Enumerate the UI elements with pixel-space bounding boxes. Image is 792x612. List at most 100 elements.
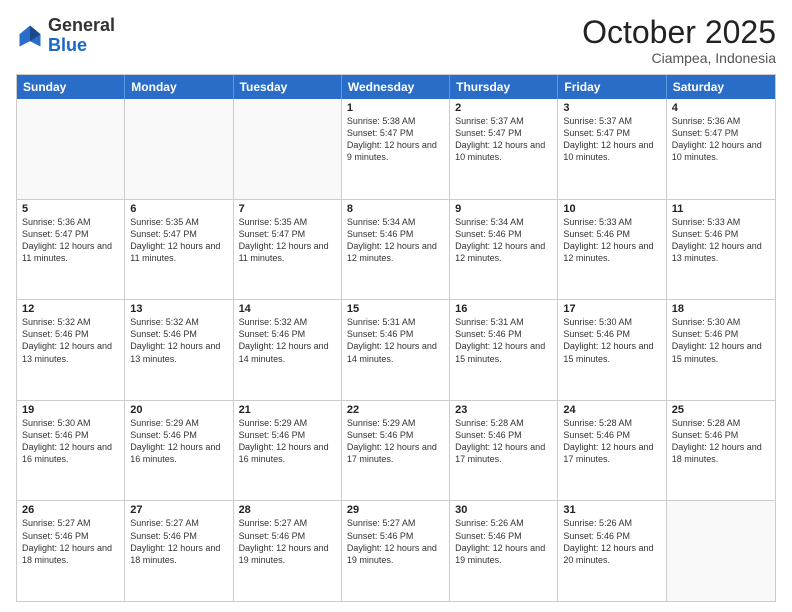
- location: Ciampea, Indonesia: [582, 50, 776, 66]
- calendar-cell: 15Sunrise: 5:31 AM Sunset: 5:46 PM Dayli…: [342, 300, 450, 400]
- calendar: SundayMondayTuesdayWednesdayThursdayFrid…: [16, 74, 776, 602]
- calendar-cell: [17, 99, 125, 199]
- day-number: 5: [22, 203, 119, 215]
- weekday-header: Monday: [125, 75, 233, 99]
- calendar-row: 5Sunrise: 5:36 AM Sunset: 5:47 PM Daylig…: [17, 199, 775, 300]
- calendar-cell: 9Sunrise: 5:34 AM Sunset: 5:46 PM Daylig…: [450, 200, 558, 300]
- calendar-cell: 6Sunrise: 5:35 AM Sunset: 5:47 PM Daylig…: [125, 200, 233, 300]
- logo-blue: Blue: [48, 35, 87, 55]
- cell-info: Sunrise: 5:30 AM Sunset: 5:46 PM Dayligh…: [672, 316, 770, 365]
- weekday-header: Friday: [558, 75, 666, 99]
- day-number: 4: [672, 102, 770, 114]
- calendar-cell: 7Sunrise: 5:35 AM Sunset: 5:47 PM Daylig…: [234, 200, 342, 300]
- calendar-cell: 23Sunrise: 5:28 AM Sunset: 5:46 PM Dayli…: [450, 401, 558, 501]
- day-number: 22: [347, 404, 444, 416]
- day-number: 21: [239, 404, 336, 416]
- calendar-cell: 21Sunrise: 5:29 AM Sunset: 5:46 PM Dayli…: [234, 401, 342, 501]
- day-number: 24: [563, 404, 660, 416]
- cell-info: Sunrise: 5:30 AM Sunset: 5:46 PM Dayligh…: [563, 316, 660, 365]
- calendar-cell: 16Sunrise: 5:31 AM Sunset: 5:46 PM Dayli…: [450, 300, 558, 400]
- page: General Blue October 2025 Ciampea, Indon…: [0, 0, 792, 612]
- logo-icon: [16, 22, 44, 50]
- day-number: 17: [563, 303, 660, 315]
- day-number: 19: [22, 404, 119, 416]
- cell-info: Sunrise: 5:28 AM Sunset: 5:46 PM Dayligh…: [672, 417, 770, 466]
- cell-info: Sunrise: 5:26 AM Sunset: 5:46 PM Dayligh…: [455, 517, 552, 566]
- logo: General Blue: [16, 16, 115, 56]
- logo-general: General: [48, 15, 115, 35]
- cell-info: Sunrise: 5:36 AM Sunset: 5:47 PM Dayligh…: [22, 216, 119, 265]
- calendar-cell: 8Sunrise: 5:34 AM Sunset: 5:46 PM Daylig…: [342, 200, 450, 300]
- cell-info: Sunrise: 5:33 AM Sunset: 5:46 PM Dayligh…: [563, 216, 660, 265]
- weekday-header: Saturday: [667, 75, 775, 99]
- calendar-cell: 18Sunrise: 5:30 AM Sunset: 5:46 PM Dayli…: [667, 300, 775, 400]
- calendar-row: 19Sunrise: 5:30 AM Sunset: 5:46 PM Dayli…: [17, 400, 775, 501]
- weekday-header: Thursday: [450, 75, 558, 99]
- cell-info: Sunrise: 5:29 AM Sunset: 5:46 PM Dayligh…: [239, 417, 336, 466]
- calendar-cell: 12Sunrise: 5:32 AM Sunset: 5:46 PM Dayli…: [17, 300, 125, 400]
- calendar-cell: 19Sunrise: 5:30 AM Sunset: 5:46 PM Dayli…: [17, 401, 125, 501]
- cell-info: Sunrise: 5:28 AM Sunset: 5:46 PM Dayligh…: [563, 417, 660, 466]
- cell-info: Sunrise: 5:32 AM Sunset: 5:46 PM Dayligh…: [239, 316, 336, 365]
- cell-info: Sunrise: 5:37 AM Sunset: 5:47 PM Dayligh…: [455, 115, 552, 164]
- calendar-cell: 25Sunrise: 5:28 AM Sunset: 5:46 PM Dayli…: [667, 401, 775, 501]
- cell-info: Sunrise: 5:31 AM Sunset: 5:46 PM Dayligh…: [455, 316, 552, 365]
- calendar-cell: 26Sunrise: 5:27 AM Sunset: 5:46 PM Dayli…: [17, 501, 125, 601]
- day-number: 18: [672, 303, 770, 315]
- weekday-header: Sunday: [17, 75, 125, 99]
- day-number: 3: [563, 102, 660, 114]
- cell-info: Sunrise: 5:35 AM Sunset: 5:47 PM Dayligh…: [130, 216, 227, 265]
- cell-info: Sunrise: 5:37 AM Sunset: 5:47 PM Dayligh…: [563, 115, 660, 164]
- cell-info: Sunrise: 5:29 AM Sunset: 5:46 PM Dayligh…: [130, 417, 227, 466]
- cell-info: Sunrise: 5:30 AM Sunset: 5:46 PM Dayligh…: [22, 417, 119, 466]
- title-block: October 2025 Ciampea, Indonesia: [582, 16, 776, 66]
- calendar-header: SundayMondayTuesdayWednesdayThursdayFrid…: [17, 75, 775, 99]
- day-number: 8: [347, 203, 444, 215]
- calendar-cell: 13Sunrise: 5:32 AM Sunset: 5:46 PM Dayli…: [125, 300, 233, 400]
- cell-info: Sunrise: 5:34 AM Sunset: 5:46 PM Dayligh…: [347, 216, 444, 265]
- day-number: 9: [455, 203, 552, 215]
- calendar-cell: [234, 99, 342, 199]
- calendar-cell: 2Sunrise: 5:37 AM Sunset: 5:47 PM Daylig…: [450, 99, 558, 199]
- calendar-cell: 29Sunrise: 5:27 AM Sunset: 5:46 PM Dayli…: [342, 501, 450, 601]
- day-number: 20: [130, 404, 227, 416]
- cell-info: Sunrise: 5:27 AM Sunset: 5:46 PM Dayligh…: [22, 517, 119, 566]
- cell-info: Sunrise: 5:26 AM Sunset: 5:46 PM Dayligh…: [563, 517, 660, 566]
- day-number: 7: [239, 203, 336, 215]
- day-number: 23: [455, 404, 552, 416]
- cell-info: Sunrise: 5:35 AM Sunset: 5:47 PM Dayligh…: [239, 216, 336, 265]
- cell-info: Sunrise: 5:27 AM Sunset: 5:46 PM Dayligh…: [239, 517, 336, 566]
- header: General Blue October 2025 Ciampea, Indon…: [16, 16, 776, 66]
- cell-info: Sunrise: 5:31 AM Sunset: 5:46 PM Dayligh…: [347, 316, 444, 365]
- day-number: 6: [130, 203, 227, 215]
- calendar-body: 1Sunrise: 5:38 AM Sunset: 5:47 PM Daylig…: [17, 99, 775, 601]
- day-number: 25: [672, 404, 770, 416]
- cell-info: Sunrise: 5:28 AM Sunset: 5:46 PM Dayligh…: [455, 417, 552, 466]
- logo-text: General Blue: [48, 16, 115, 56]
- calendar-cell: 27Sunrise: 5:27 AM Sunset: 5:46 PM Dayli…: [125, 501, 233, 601]
- calendar-cell: 3Sunrise: 5:37 AM Sunset: 5:47 PM Daylig…: [558, 99, 666, 199]
- calendar-cell: 5Sunrise: 5:36 AM Sunset: 5:47 PM Daylig…: [17, 200, 125, 300]
- calendar-row: 1Sunrise: 5:38 AM Sunset: 5:47 PM Daylig…: [17, 99, 775, 199]
- calendar-row: 12Sunrise: 5:32 AM Sunset: 5:46 PM Dayli…: [17, 299, 775, 400]
- cell-info: Sunrise: 5:34 AM Sunset: 5:46 PM Dayligh…: [455, 216, 552, 265]
- cell-info: Sunrise: 5:29 AM Sunset: 5:46 PM Dayligh…: [347, 417, 444, 466]
- weekday-header: Tuesday: [234, 75, 342, 99]
- calendar-cell: [667, 501, 775, 601]
- calendar-cell: 24Sunrise: 5:28 AM Sunset: 5:46 PM Dayli…: [558, 401, 666, 501]
- day-number: 31: [563, 504, 660, 516]
- cell-info: Sunrise: 5:32 AM Sunset: 5:46 PM Dayligh…: [22, 316, 119, 365]
- cell-info: Sunrise: 5:27 AM Sunset: 5:46 PM Dayligh…: [130, 517, 227, 566]
- day-number: 29: [347, 504, 444, 516]
- calendar-cell: 11Sunrise: 5:33 AM Sunset: 5:46 PM Dayli…: [667, 200, 775, 300]
- calendar-cell: 22Sunrise: 5:29 AM Sunset: 5:46 PM Dayli…: [342, 401, 450, 501]
- day-number: 27: [130, 504, 227, 516]
- day-number: 28: [239, 504, 336, 516]
- day-number: 15: [347, 303, 444, 315]
- calendar-cell: 28Sunrise: 5:27 AM Sunset: 5:46 PM Dayli…: [234, 501, 342, 601]
- day-number: 26: [22, 504, 119, 516]
- calendar-cell: 20Sunrise: 5:29 AM Sunset: 5:46 PM Dayli…: [125, 401, 233, 501]
- day-number: 11: [672, 203, 770, 215]
- calendar-cell: [125, 99, 233, 199]
- cell-info: Sunrise: 5:32 AM Sunset: 5:46 PM Dayligh…: [130, 316, 227, 365]
